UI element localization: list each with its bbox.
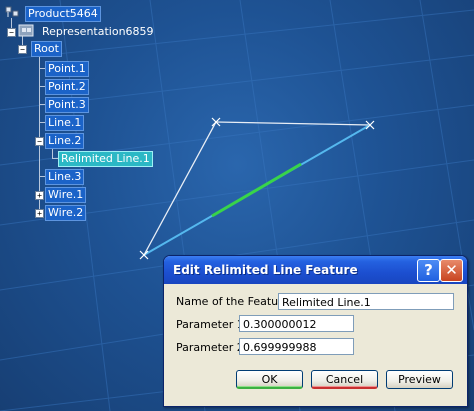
close-button[interactable]: ✕ — [440, 259, 463, 282]
name-label: Name of the Feature — [176, 295, 290, 308]
parameter-1-field[interactable]: 0.300000012 — [239, 315, 354, 332]
collapse-icon[interactable]: − — [18, 45, 27, 54]
line-1-edge[interactable] — [215, 121, 371, 126]
tree-node-line-2[interactable]: Line.2 — [45, 133, 85, 149]
dialog-titlebar[interactable]: Edit Relimited Line Feature ? ✕ — [164, 256, 467, 284]
tree-node-representation[interactable]: Representation6859 — [39, 24, 157, 40]
help-button[interactable]: ? — [417, 259, 440, 282]
parameter-2-field[interactable]: 0.699999988 — [239, 338, 354, 355]
tree-node-point-1[interactable]: Point.1 — [45, 61, 89, 77]
tree-node-point-2[interactable]: Point.2 — [45, 79, 89, 95]
tree-node-wire-2[interactable]: Wire.2 — [45, 205, 87, 221]
relimited-line-1-segment[interactable] — [211, 162, 302, 218]
tree-node-wire-1[interactable]: Wire.1 — [45, 187, 87, 203]
collapse-icon[interactable]: − — [35, 137, 44, 146]
product-icon — [5, 6, 19, 17]
preview-button[interactable]: Preview — [386, 370, 453, 389]
parameter-1-label: Parameter 1 — [176, 318, 244, 331]
name-field[interactable]: Relimited Line.1 — [278, 293, 454, 310]
collapse-icon[interactable]: − — [7, 28, 16, 37]
parameter-2-label: Parameter 2 — [176, 341, 244, 354]
tree-node-relimited-line-1[interactable]: Relimited Line.1 — [58, 151, 153, 167]
edit-relimited-line-dialog: Edit Relimited Line Feature ? ✕ Name of … — [163, 255, 468, 407]
tree-node-line-3[interactable]: Line.3 — [45, 169, 85, 185]
expand-icon[interactable]: + — [35, 191, 44, 200]
dialog-title: Edit Relimited Line Feature — [173, 263, 358, 277]
tree-node-product[interactable]: Product5464 — [25, 6, 101, 22]
tree-node-point-3[interactable]: Point.3 — [45, 97, 89, 113]
tree-node-root[interactable]: Root — [31, 41, 62, 57]
cancel-button[interactable]: Cancel — [311, 370, 378, 389]
ok-button[interactable]: OK — [236, 370, 303, 389]
point-3-marker[interactable] — [139, 250, 149, 260]
representation-icon — [18, 24, 34, 37]
expand-icon[interactable]: + — [35, 209, 44, 218]
tree-node-line-1[interactable]: Line.1 — [45, 115, 85, 131]
